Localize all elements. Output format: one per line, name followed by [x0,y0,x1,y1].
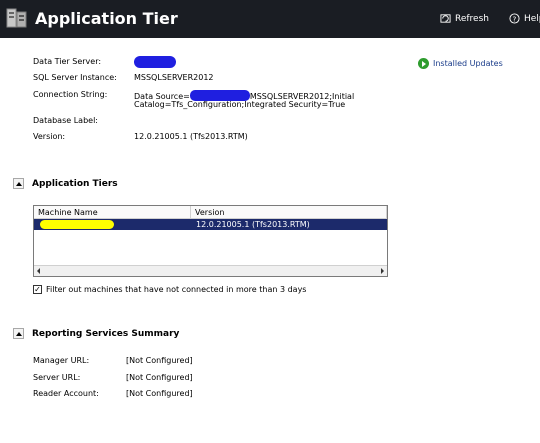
manager-url-label: Manager URL: [33,356,90,365]
row-version-value: 12.0.21005.1 (Tfs2013.RTM) [196,220,310,229]
version-value: 12.0.21005.1 (Tfs2013.RTM) [134,132,248,141]
filter-machines-option[interactable]: ✓ Filter out machines that have not conn… [33,285,306,294]
svg-text:?: ? [513,14,517,23]
reporting-services-title: Reporting Services Summary [32,328,180,339]
redacted-machine-name [40,220,114,229]
server-url-label: Server URL: [33,373,81,382]
manager-url-value: [Not Configured] [126,356,193,365]
help-label: Help [524,13,540,24]
database-label-label: Database Label: [33,116,98,125]
help-icon: ? [509,13,520,24]
scroll-left-icon[interactable] [34,266,44,276]
refresh-icon [440,14,451,23]
sql-instance-label: SQL Server Instance: [33,73,117,82]
collapse-icon[interactable] [13,328,24,339]
horizontal-scrollbar[interactable] [34,265,387,276]
filter-machines-checkbox[interactable]: ✓ [33,285,42,294]
column-header-machine-name[interactable]: Machine Name [34,206,191,219]
installed-updates-icon [418,58,429,69]
refresh-label: Refresh [455,13,489,24]
refresh-button[interactable]: Refresh [440,13,489,24]
collapse-icon[interactable] [13,178,24,189]
version-label: Version: [33,132,66,141]
reader-account-value: [Not Configured] [126,389,193,398]
column-header-version[interactable]: Version [191,206,387,219]
scroll-right-icon[interactable] [377,266,387,276]
installed-updates-label: Installed Updates [433,59,503,68]
application-tiers-grid: Machine Name Version 12.0.21005.1 (Tfs20… [33,205,388,277]
application-tiers-section-header: Application Tiers [13,178,118,189]
table-row[interactable]: 12.0.21005.1 (Tfs2013.RTM) [34,219,387,230]
connection-string-line2: Catalog=Tfs_Configuration;Integrated Sec… [134,100,346,109]
filter-machines-label: Filter out machines that have not connec… [46,285,307,294]
page-title: Application Tier [35,9,178,28]
connection-string-label: Connection String: [33,90,108,99]
server-url-value: [Not Configured] [126,373,193,382]
application-tiers-title: Application Tiers [32,178,118,189]
help-button[interactable]: ? Help [509,13,540,24]
reporting-services-section-header: Reporting Services Summary [13,328,179,339]
installed-updates-link[interactable]: Installed Updates [418,58,503,69]
data-tier-server-label: Data Tier Server: [33,57,102,66]
header-bar: Application Tier Refresh ? Help [0,0,540,38]
redacted-server-name [134,56,176,68]
sql-instance-value: MSSQLSERVER2012 [134,73,214,82]
application-tier-icon [6,8,27,28]
reader-account-label: Reader Account: [33,389,99,398]
